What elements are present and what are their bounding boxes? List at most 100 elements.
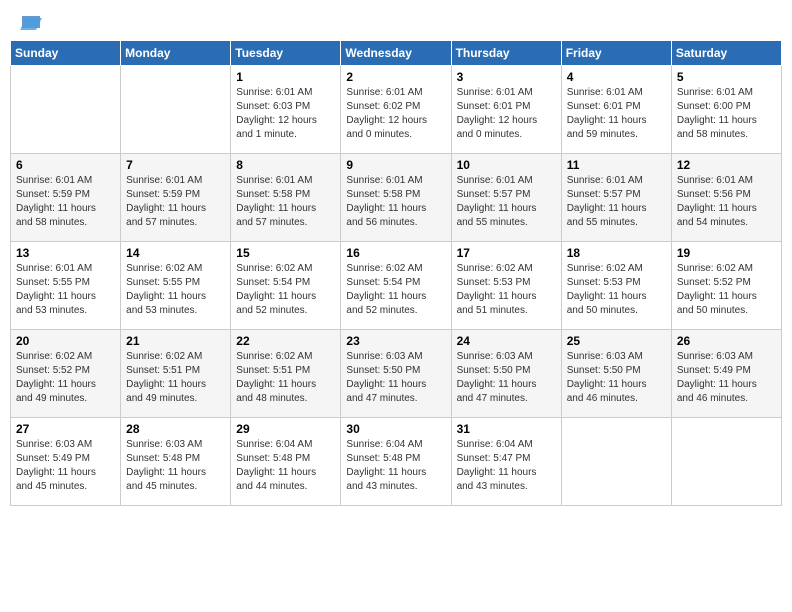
calendar-cell: 14 Sunrise: 6:02 AMSunset: 5:55 PMDayligh… <box>121 242 231 330</box>
day-header-sunday: Sunday <box>11 41 121 66</box>
cell-date: 6 <box>16 158 115 172</box>
cell-date: 30 <box>346 422 445 436</box>
cell-info: Sunrise: 6:01 AMSunset: 5:57 PMDaylight:… <box>457 174 556 230</box>
cell-date: 24 <box>457 334 556 348</box>
cell-date: 8 <box>236 158 335 172</box>
day-header-friday: Friday <box>561 41 671 66</box>
calendar-cell: 11Sunrise: 6:01 AMSunset: 5:57 PMDayligh… <box>561 154 671 242</box>
calendar-cell <box>671 418 781 506</box>
cell-date: 21 <box>126 334 225 348</box>
calendar-table: SundayMondayTuesdayWednesdayThursdayFrid… <box>10 40 782 506</box>
cell-info: Sunrise: 6:03 AMSunset: 5:50 PMDaylight:… <box>346 350 445 406</box>
cell-info: Sunrise: 6:02 AMSunset: 5:54 PMDaylight:… <box>236 262 335 318</box>
calendar-cell: 13 Sunrise: 6:01 AMSunset: 5:55 PMDayligh… <box>11 242 121 330</box>
cell-date: 23 <box>346 334 445 348</box>
cell-info: Sunrise: 6:01 AMSunset: 5:58 PMDaylight:… <box>346 174 445 230</box>
calendar-cell: 24Sunrise: 6:03 AMSunset: 5:50 PMDayligh… <box>451 330 561 418</box>
calendar-cell: 4Sunrise: 6:01 AMSunset: 6:01 PMDaylight… <box>561 66 671 154</box>
cell-date: 4 <box>567 70 666 84</box>
day-header-monday: Monday <box>121 41 231 66</box>
calendar-cell: 23 Sunrise: 6:03 AMSunset: 5:50 PMDayligh… <box>341 330 451 418</box>
cell-info: Sunrise: 6:01 AMSunset: 5:57 PMDaylight:… <box>567 174 666 230</box>
calendar-cell: 12 Sunrise: 6:01 AMSunset: 5:56 PMDayligh… <box>671 154 781 242</box>
calendar-cell: 5Sunrise: 6:01 AMSunset: 6:00 PMDaylight… <box>671 66 781 154</box>
calendar-cell: 20 Sunrise: 6:02 AMSunset: 5:52 PMDayligh… <box>11 330 121 418</box>
cell-date: 27 <box>16 422 115 436</box>
cell-date: 29 <box>236 422 335 436</box>
calendar-cell: 9 Sunrise: 6:01 AMSunset: 5:58 PMDaylight… <box>341 154 451 242</box>
cell-date: 13 <box>16 246 115 260</box>
cell-date: 16 <box>346 246 445 260</box>
calendar-cell: 29 Sunrise: 6:04 AMSunset: 5:48 PMDayligh… <box>231 418 341 506</box>
page-header <box>10 10 782 34</box>
calendar-cell: 31Sunrise: 6:04 AMSunset: 5:47 PMDayligh… <box>451 418 561 506</box>
cell-info: Sunrise: 6:03 AMSunset: 5:50 PMDaylight:… <box>567 350 666 406</box>
cell-info: Sunrise: 6:01 AMSunset: 6:01 PMDaylight:… <box>457 86 556 142</box>
calendar-cell: 19Sunrise: 6:02 AMSunset: 5:52 PMDayligh… <box>671 242 781 330</box>
cell-info: Sunrise: 6:01 AMSunset: 5:56 PMDaylight:… <box>677 174 776 230</box>
cell-info: Sunrise: 6:01 AMSunset: 5:59 PMDaylight:… <box>126 174 225 230</box>
cell-date: 25 <box>567 334 666 348</box>
cell-info: Sunrise: 6:01 AMSunset: 5:59 PMDaylight:… <box>16 174 115 230</box>
calendar-week-1: 1 Sunrise: 6:01 AMSunset: 6:03 PMDaylight… <box>11 66 782 154</box>
cell-date: 12 <box>677 158 776 172</box>
calendar-cell: 26 Sunrise: 6:03 AMSunset: 5:49 PMDayligh… <box>671 330 781 418</box>
cell-info: Sunrise: 6:02 AMSunset: 5:52 PMDaylight:… <box>16 350 115 406</box>
calendar-cell: 6 Sunrise: 6:01 AMSunset: 5:59 PMDaylight… <box>11 154 121 242</box>
cell-info: Sunrise: 6:04 AMSunset: 5:48 PMDaylight:… <box>346 438 445 494</box>
cell-date: 1 <box>236 70 335 84</box>
cell-info: Sunrise: 6:01 AMSunset: 5:58 PMDaylight:… <box>236 174 335 230</box>
cell-date: 17 <box>457 246 556 260</box>
cell-info: Sunrise: 6:02 AMSunset: 5:53 PMDaylight:… <box>567 262 666 318</box>
day-header-saturday: Saturday <box>671 41 781 66</box>
calendar-cell: 17 Sunrise: 6:02 AMSunset: 5:53 PMDayligh… <box>451 242 561 330</box>
calendar-cell: 18 Sunrise: 6:02 AMSunset: 5:53 PMDayligh… <box>561 242 671 330</box>
cell-date: 15 <box>236 246 335 260</box>
calendar-cell: 22 Sunrise: 6:02 AMSunset: 5:51 PMDayligh… <box>231 330 341 418</box>
cell-date: 14 <box>126 246 225 260</box>
calendar-cell: 16 Sunrise: 6:02 AMSunset: 5:54 PMDayligh… <box>341 242 451 330</box>
calendar-cell: 27 Sunrise: 6:03 AMSunset: 5:49 PMDayligh… <box>11 418 121 506</box>
cell-info: Sunrise: 6:01 AMSunset: 6:03 PMDaylight:… <box>236 86 335 142</box>
calendar-cell: 8 Sunrise: 6:01 AMSunset: 5:58 PMDaylight… <box>231 154 341 242</box>
cell-info: Sunrise: 6:04 AMSunset: 5:48 PMDaylight:… <box>236 438 335 494</box>
cell-date: 22 <box>236 334 335 348</box>
calendar-week-5: 27 Sunrise: 6:03 AMSunset: 5:49 PMDayligh… <box>11 418 782 506</box>
cell-date: 9 <box>346 158 445 172</box>
calendar-cell: 15 Sunrise: 6:02 AMSunset: 5:54 PMDayligh… <box>231 242 341 330</box>
calendar-week-3: 13 Sunrise: 6:01 AMSunset: 5:55 PMDayligh… <box>11 242 782 330</box>
cell-date: 19 <box>677 246 776 260</box>
calendar-cell: 25 Sunrise: 6:03 AMSunset: 5:50 PMDayligh… <box>561 330 671 418</box>
cell-date: 26 <box>677 334 776 348</box>
cell-info: Sunrise: 6:03 AMSunset: 5:49 PMDaylight:… <box>677 350 776 406</box>
calendar-cell: 30 Sunrise: 6:04 AMSunset: 5:48 PMDayligh… <box>341 418 451 506</box>
day-header-thursday: Thursday <box>451 41 561 66</box>
day-header-wednesday: Wednesday <box>341 41 451 66</box>
calendar-cell <box>121 66 231 154</box>
calendar-week-2: 6 Sunrise: 6:01 AMSunset: 5:59 PMDaylight… <box>11 154 782 242</box>
cell-date: 3 <box>457 70 556 84</box>
calendar-cell: 10 Sunrise: 6:01 AMSunset: 5:57 PMDayligh… <box>451 154 561 242</box>
logo <box>10 10 42 34</box>
cell-info: Sunrise: 6:02 AMSunset: 5:55 PMDaylight:… <box>126 262 225 318</box>
cell-date: 20 <box>16 334 115 348</box>
cell-info: Sunrise: 6:02 AMSunset: 5:53 PMDaylight:… <box>457 262 556 318</box>
calendar-cell: 7Sunrise: 6:01 AMSunset: 5:59 PMDaylight… <box>121 154 231 242</box>
day-header-tuesday: Tuesday <box>231 41 341 66</box>
calendar-cell: 2Sunrise: 6:01 AMSunset: 6:02 PMDaylight… <box>341 66 451 154</box>
cell-info: Sunrise: 6:02 AMSunset: 5:54 PMDaylight:… <box>346 262 445 318</box>
calendar-cell: 21 Sunrise: 6:02 AMSunset: 5:51 PMDayligh… <box>121 330 231 418</box>
cell-info: Sunrise: 6:01 AMSunset: 6:00 PMDaylight:… <box>677 86 776 142</box>
cell-info: Sunrise: 6:01 AMSunset: 6:02 PMDaylight:… <box>346 86 445 142</box>
calendar-header: SundayMondayTuesdayWednesdayThursdayFrid… <box>11 41 782 66</box>
cell-info: Sunrise: 6:03 AMSunset: 5:49 PMDaylight:… <box>16 438 115 494</box>
logo-icon <box>12 14 42 34</box>
cell-date: 10 <box>457 158 556 172</box>
cell-date: 18 <box>567 246 666 260</box>
cell-info: Sunrise: 6:02 AMSunset: 5:51 PMDaylight:… <box>236 350 335 406</box>
cell-info: Sunrise: 6:02 AMSunset: 5:51 PMDaylight:… <box>126 350 225 406</box>
calendar-cell: 1 Sunrise: 6:01 AMSunset: 6:03 PMDaylight… <box>231 66 341 154</box>
cell-info: Sunrise: 6:01 AMSunset: 5:55 PMDaylight:… <box>16 262 115 318</box>
calendar-cell: 28Sunrise: 6:03 AMSunset: 5:48 PMDayligh… <box>121 418 231 506</box>
cell-date: 28 <box>126 422 225 436</box>
